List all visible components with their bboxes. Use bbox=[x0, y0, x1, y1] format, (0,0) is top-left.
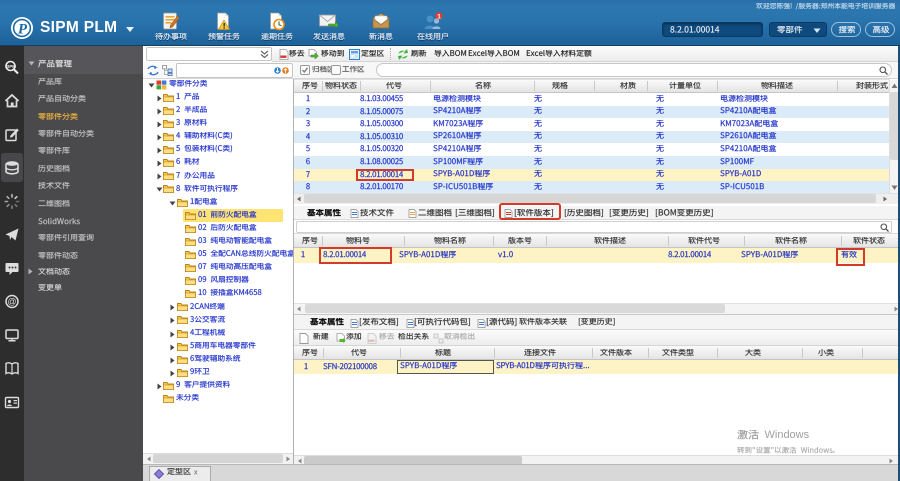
svg-text:@: @ bbox=[7, 297, 16, 307]
svg-text:SIPM: SIPM bbox=[5, 64, 16, 69]
svg-text:P: P bbox=[18, 22, 28, 38]
svg-text:1: 1 bbox=[437, 13, 441, 20]
